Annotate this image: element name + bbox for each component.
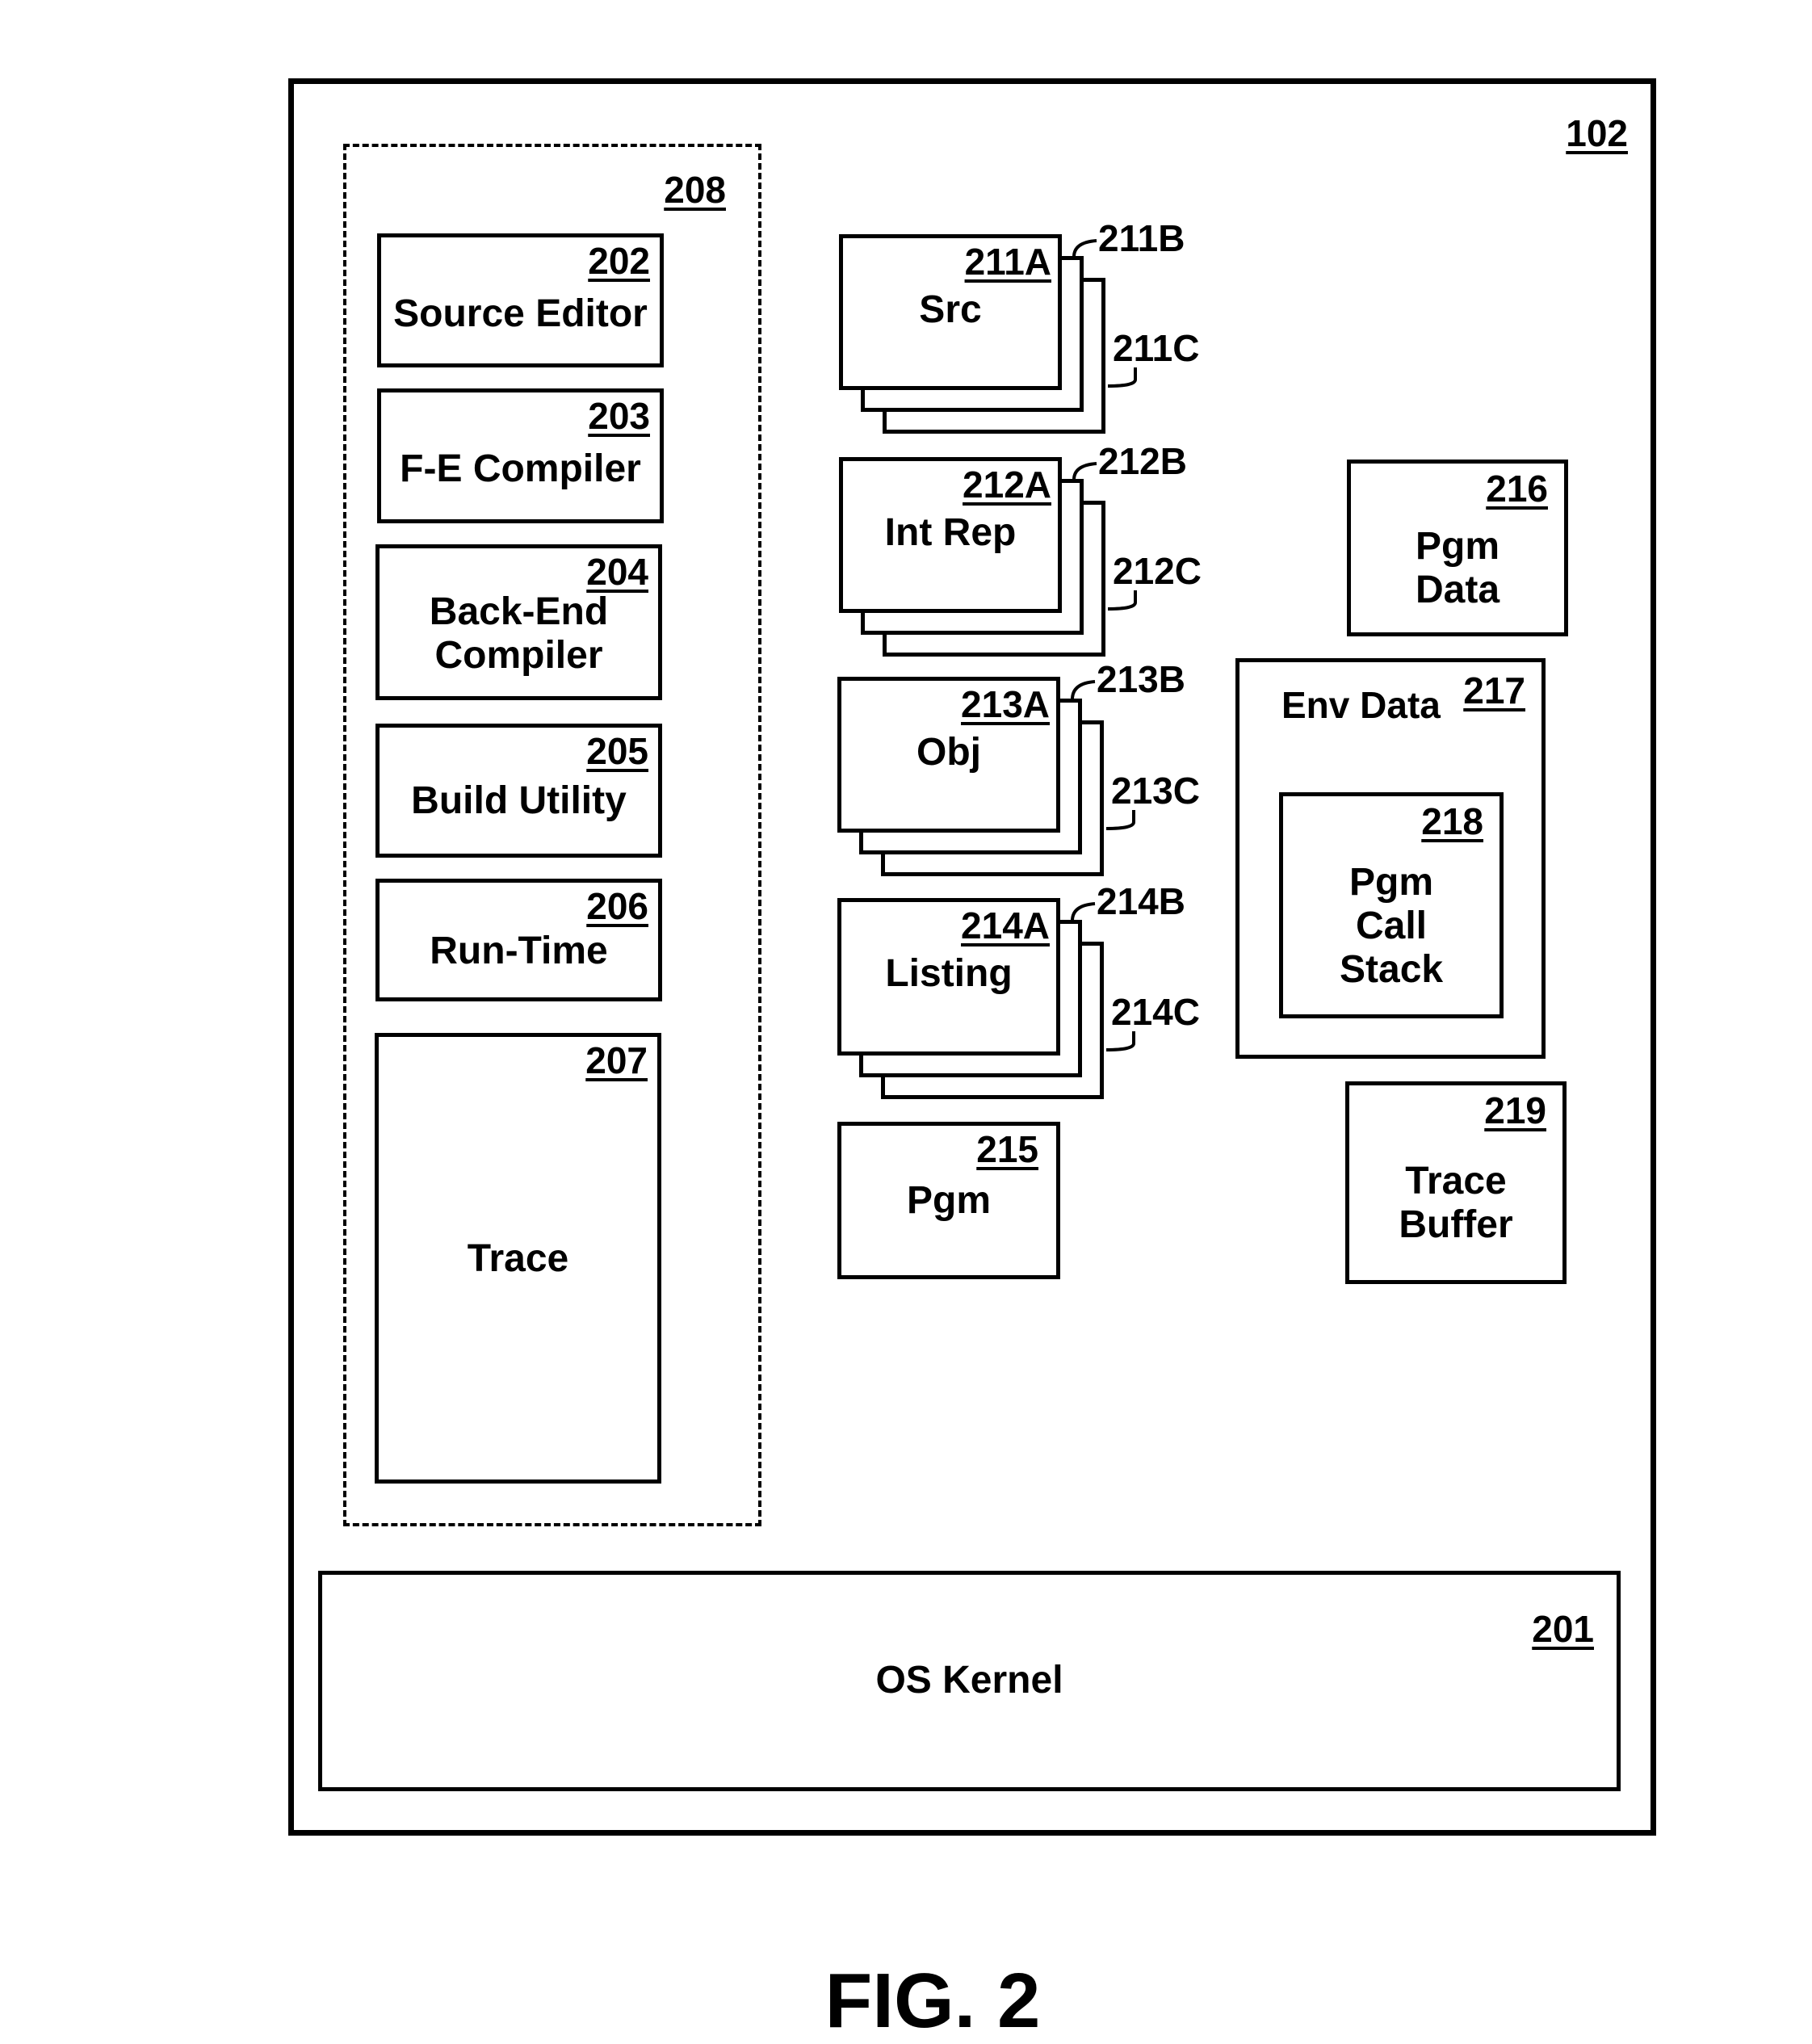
callout-213c: 213C — [1111, 770, 1200, 812]
ref-219: 219 — [1484, 1089, 1546, 1131]
ref-203: 203 — [588, 395, 650, 437]
listing-label: Listing — [885, 952, 1013, 995]
ref-206: 206 — [586, 885, 648, 927]
callout-212c: 212C — [1113, 550, 1202, 592]
trace-buffer-box: 219 Trace Buffer — [1345, 1081, 1567, 1284]
run-time-label: Run-Time — [430, 930, 608, 972]
pgm-box: 215 Pgm — [837, 1122, 1060, 1279]
obj-label: Obj — [916, 731, 981, 774]
int-rep-file-a: 212A Int Rep — [839, 457, 1062, 613]
env-data-label: Env Data — [1281, 684, 1441, 726]
pgm-label: Pgm — [906, 1179, 991, 1222]
trace-box: 207 Trace — [375, 1033, 661, 1484]
os-kernel-box: 201 OS Kernel — [318, 1571, 1621, 1791]
ref-217: 217 — [1463, 669, 1525, 711]
pgm-call-stack-box: 218 Pgm Call Stack — [1279, 792, 1504, 1018]
ref-212a: 212A — [963, 464, 1051, 506]
pgm-data-label: Pgm Data — [1415, 525, 1500, 611]
build-utility-box: 205 Build Utility — [375, 724, 662, 858]
figure-caption: FIG. 2 — [824, 1958, 1041, 2044]
source-editor-box: 202 Source Editor — [377, 233, 664, 367]
ref-204: 204 — [586, 551, 648, 593]
int-rep-label: Int Rep — [884, 511, 1017, 554]
ref-202: 202 — [588, 240, 650, 282]
pgm-call-stack-label: Pgm Call Stack — [1340, 861, 1444, 991]
ref-201: 201 — [1532, 1608, 1594, 1650]
ref-207: 207 — [585, 1039, 648, 1081]
callout-213b: 213B — [1097, 658, 1185, 700]
pgm-data-box: 216 Pgm Data — [1347, 460, 1568, 636]
ref-215: 215 — [976, 1128, 1038, 1170]
callout-211b: 211B — [1098, 217, 1185, 259]
src-label: Src — [919, 288, 982, 331]
callout-214c: 214C — [1111, 991, 1200, 1033]
trace-buffer-label: Trace Buffer — [1399, 1160, 1513, 1246]
src-file-a: 211A Src — [839, 234, 1062, 390]
ref-213a: 213A — [961, 683, 1050, 725]
back-end-compiler-box: 204 Back-End Compiler — [375, 544, 662, 700]
run-time-box: 206 Run-Time — [375, 879, 662, 1001]
listing-file-a: 214A Listing — [837, 898, 1060, 1056]
ref-218: 218 — [1421, 800, 1483, 842]
os-kernel-label: OS Kernel — [875, 1659, 1063, 1702]
build-utility-label: Build Utility — [411, 779, 627, 822]
back-end-compiler-label: Back-End Compiler — [429, 590, 609, 677]
callout-212b: 212B — [1098, 440, 1187, 482]
ref-205: 205 — [586, 730, 648, 772]
ref-208: 208 — [664, 169, 726, 211]
source-editor-label: Source Editor — [393, 292, 648, 335]
fe-compiler-box: 203 F-E Compiler — [377, 388, 664, 523]
fe-compiler-label: F-E Compiler — [400, 447, 641, 490]
env-data-box: Env Data 217 218 Pgm Call Stack — [1235, 658, 1546, 1059]
callout-214b: 214B — [1097, 880, 1185, 922]
trace-label: Trace — [467, 1237, 569, 1280]
ref-214a: 214A — [961, 904, 1050, 946]
ref-216: 216 — [1486, 468, 1548, 510]
ref-102: 102 — [1566, 112, 1628, 154]
obj-file-a: 213A Obj — [837, 677, 1060, 833]
ref-211a: 211A — [964, 241, 1051, 283]
callout-211c: 211C — [1113, 327, 1200, 369]
